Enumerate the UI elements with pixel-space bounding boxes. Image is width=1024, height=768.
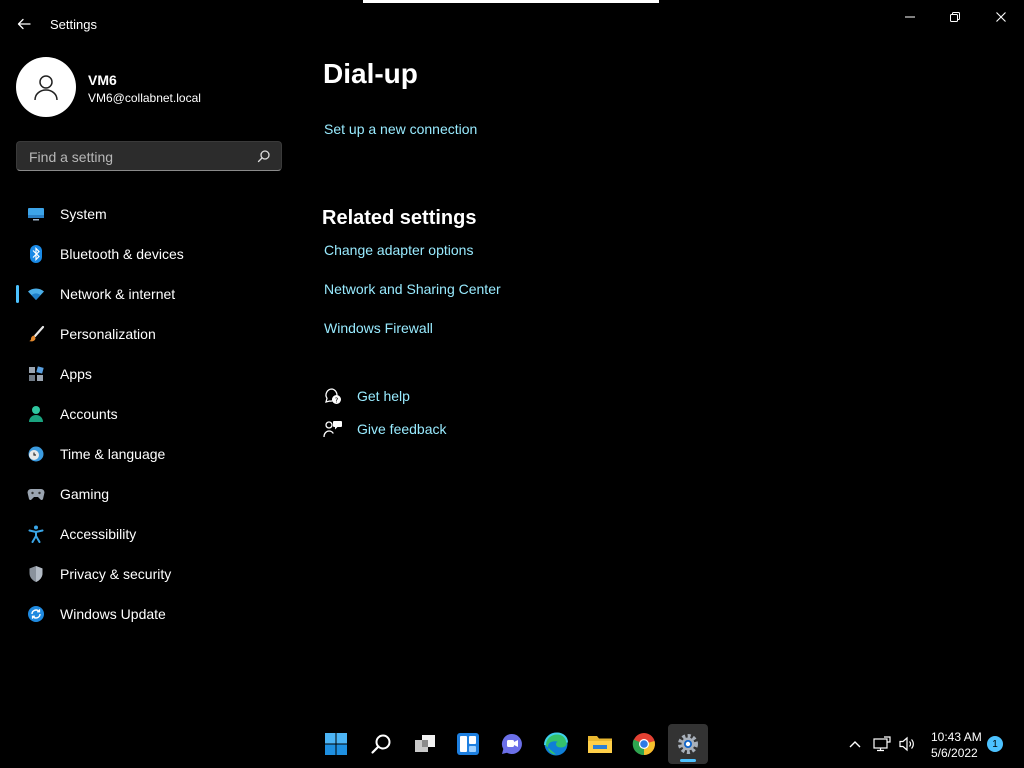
sidebar-item-label: System	[60, 206, 107, 222]
app-title: Settings	[50, 17, 97, 32]
minimize-icon	[905, 16, 915, 18]
related-settings-heading: Related settings	[322, 207, 477, 229]
sidebar-item-accessibility[interactable]: Accessibility	[16, 514, 284, 554]
arrow-left-icon	[17, 18, 31, 30]
network-tray-button[interactable]	[872, 734, 892, 754]
search-icon	[371, 734, 391, 754]
user-silhouette-icon	[34, 75, 58, 101]
restore-icon	[950, 12, 960, 22]
chevron-up-icon	[849, 741, 861, 748]
update-icon	[26, 604, 46, 624]
close-button[interactable]	[981, 6, 1021, 28]
sidebar-item-label: Privacy & security	[60, 566, 172, 582]
title-bar	[0, 0, 1024, 48]
search-icon[interactable]	[257, 149, 271, 163]
clock-date: 5/6/2022	[931, 746, 978, 760]
sidebar-nav: System Bluetooth & devices Network & int…	[16, 194, 284, 634]
shield-icon	[26, 564, 46, 584]
get-help-row[interactable]: ? Get help	[323, 386, 410, 406]
avatar[interactable]	[16, 57, 76, 117]
speaker-icon	[899, 736, 914, 752]
edge-icon	[544, 732, 568, 756]
minimize-button[interactable]	[890, 6, 930, 28]
taskbar-search-button[interactable]	[361, 724, 401, 764]
sidebar-item-network[interactable]: Network & internet	[16, 274, 284, 314]
teams-chat-icon	[501, 733, 522, 754]
bluetooth-icon	[26, 244, 46, 264]
sidebar-item-gaming[interactable]: Gaming	[16, 474, 284, 514]
sidebar-item-windows-update[interactable]: Windows Update	[16, 594, 284, 634]
sidebar-item-time-language[interactable]: Time & language	[16, 434, 284, 474]
start-button[interactable]	[316, 724, 356, 764]
show-hidden-icons-button[interactable]	[845, 734, 865, 754]
windows-start-icon	[325, 733, 347, 755]
sidebar-item-personalization[interactable]: Personalization	[16, 314, 284, 354]
chrome-icon	[632, 733, 655, 756]
brush-icon	[26, 324, 46, 344]
apps-icon	[26, 364, 46, 384]
user-email: VM6@collabnet.local	[88, 91, 201, 105]
page-title: Dial-up	[323, 58, 418, 89]
accessibility-icon	[26, 524, 46, 544]
clock-globe-icon	[26, 444, 46, 464]
sidebar-item-bluetooth[interactable]: Bluetooth & devices	[16, 234, 284, 274]
sidebar-item-label: Apps	[60, 366, 92, 382]
give-feedback-row[interactable]: Give feedback	[323, 419, 447, 439]
get-help-link[interactable]: Get help	[357, 388, 410, 404]
network-monitor-icon	[873, 736, 891, 752]
notification-badge[interactable]: 1	[987, 736, 1003, 752]
sidebar-item-system[interactable]: System	[16, 194, 284, 234]
task-view-icon	[415, 735, 435, 752]
close-icon	[996, 12, 1006, 22]
sidebar-item-label: Bluetooth & devices	[60, 246, 184, 262]
sidebar-item-label: Personalization	[60, 326, 156, 342]
monitor-icon	[26, 204, 46, 224]
widgets-icon	[457, 733, 479, 755]
user-name: VM6	[88, 72, 117, 88]
taskbar	[0, 720, 1024, 768]
network-sharing-center-link[interactable]: Network and Sharing Center	[324, 281, 501, 297]
help-chat-icon: ?	[325, 388, 341, 404]
feedback-icon	[323, 421, 342, 438]
widgets-button[interactable]	[448, 724, 488, 764]
search-box[interactable]	[16, 141, 282, 171]
sidebar-item-label: Accounts	[60, 406, 118, 422]
task-view-button[interactable]	[405, 724, 445, 764]
sidebar-item-label: Accessibility	[60, 526, 137, 542]
windows-firewall-link[interactable]: Windows Firewall	[324, 320, 433, 336]
wifi-icon	[26, 284, 46, 304]
sidebar-item-label: Gaming	[60, 486, 110, 502]
sidebar-item-label: Network & internet	[60, 286, 176, 302]
sidebar-item-apps[interactable]: Apps	[16, 354, 284, 394]
file-explorer-icon	[588, 736, 612, 753]
restore-button[interactable]	[935, 6, 975, 28]
volume-tray-button[interactable]	[897, 734, 917, 754]
person-icon	[26, 404, 46, 424]
search-input[interactable]	[27, 147, 251, 167]
back-button[interactable]	[14, 14, 34, 34]
top-edge-strip	[363, 0, 659, 3]
settings-taskbar-button[interactable]	[668, 724, 708, 764]
gamepad-icon	[26, 484, 46, 504]
sidebar-item-privacy-security[interactable]: Privacy & security	[16, 554, 284, 594]
chrome-button[interactable]	[624, 724, 664, 764]
setup-new-connection-link[interactable]: Set up a new connection	[324, 121, 477, 137]
give-feedback-link[interactable]: Give feedback	[357, 421, 447, 437]
sidebar-item-label: Windows Update	[60, 606, 166, 622]
sidebar-item-accounts[interactable]: Accounts	[16, 394, 284, 434]
file-explorer-button[interactable]	[580, 724, 620, 764]
settings-icon	[678, 734, 698, 754]
edge-button[interactable]	[536, 724, 576, 764]
clock-time: 10:43 AM	[931, 730, 982, 744]
svg-text:?: ?	[335, 396, 339, 404]
teams-chat-button[interactable]	[492, 724, 532, 764]
change-adapter-options-link[interactable]: Change adapter options	[324, 242, 473, 258]
sidebar-item-label: Time & language	[60, 446, 166, 462]
taskbar-clock[interactable]: 10:43 AM 5/6/2022	[931, 729, 982, 761]
